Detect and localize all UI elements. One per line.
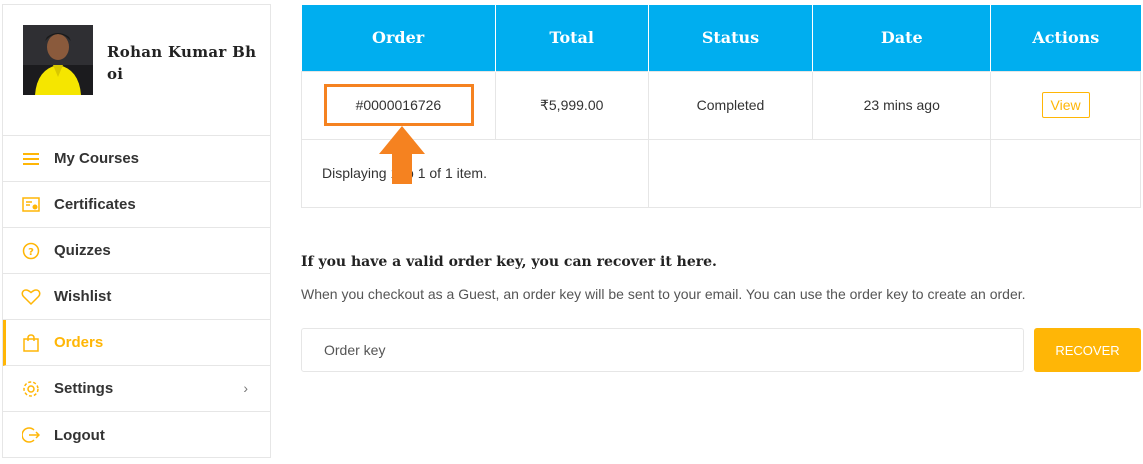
menu-item-orders[interactable]: Orders [3,320,270,366]
column-header-total: Total [495,5,649,71]
avatar [23,25,93,95]
heart-icon [21,287,41,307]
table-footer-row: Displaying 1 to 1 of 1 item. [301,138,1141,208]
menu-item-settings[interactable]: Settings › [3,366,270,412]
recover-title: If you have a valid order key, you can r… [301,254,717,270]
user-name: Rohan Kumar Bhoi [107,43,257,83]
menu-label: Logout [54,426,105,444]
empty-cell [647,138,992,208]
column-header-date: Date [812,5,992,71]
column-header-status: Status [648,5,814,71]
order-number[interactable]: #0000016726 [301,70,496,140]
profile-sidebar: Rohan Kumar Bhoi My Courses Certificates… [2,4,271,458]
menu-item-logout[interactable]: Logout [3,412,270,458]
gear-icon [21,379,41,399]
menu-label: Certificates [54,196,136,213]
orders-table: Order Total Status Date Actions #0000016… [301,5,1141,208]
column-header-actions: Actions [990,5,1141,71]
profile-header: Rohan Kumar Bhoi [3,5,270,136]
logout-icon [21,425,41,445]
order-actions: View [990,70,1141,140]
certificate-icon [21,195,41,215]
menu-label: Settings [54,380,114,397]
pagination-summary: Displaying 1 to 1 of 1 item. [301,138,649,208]
question-icon: ? [21,241,41,261]
order-total: ₹5,999.00 [494,70,649,140]
recover-button[interactable]: RECOVER [1034,328,1141,372]
table-row: #0000016726 ₹5,999.00 Completed 23 mins … [301,70,1141,140]
order-key-input[interactable] [301,328,1024,372]
menu-label: Quizzes [54,242,111,259]
chevron-right-icon[interactable]: › [243,380,248,396]
menu-item-quizzes[interactable]: ? Quizzes [3,228,270,274]
table-header-row: Order Total Status Date Actions [301,5,1141,71]
menu-label: Orders [54,334,104,351]
order-status: Completed [647,70,814,140]
menu-label: Wishlist [54,288,112,305]
recover-description: When you checkout as a Guest, an order k… [301,286,1026,302]
menu-item-certificates[interactable]: Certificates [3,182,270,228]
menu-label: My Courses [54,150,140,167]
shopping-bag-icon [21,333,41,353]
column-header-order: Order [301,5,496,71]
menu-item-wishlist[interactable]: Wishlist [3,274,270,320]
order-date: 23 mins ago [812,70,992,140]
menu-item-my-courses[interactable]: My Courses [3,136,270,182]
svg-text:?: ? [28,247,34,258]
list-icon [21,149,41,169]
view-order-button[interactable]: View [1041,92,1090,118]
empty-cell [990,138,1141,208]
